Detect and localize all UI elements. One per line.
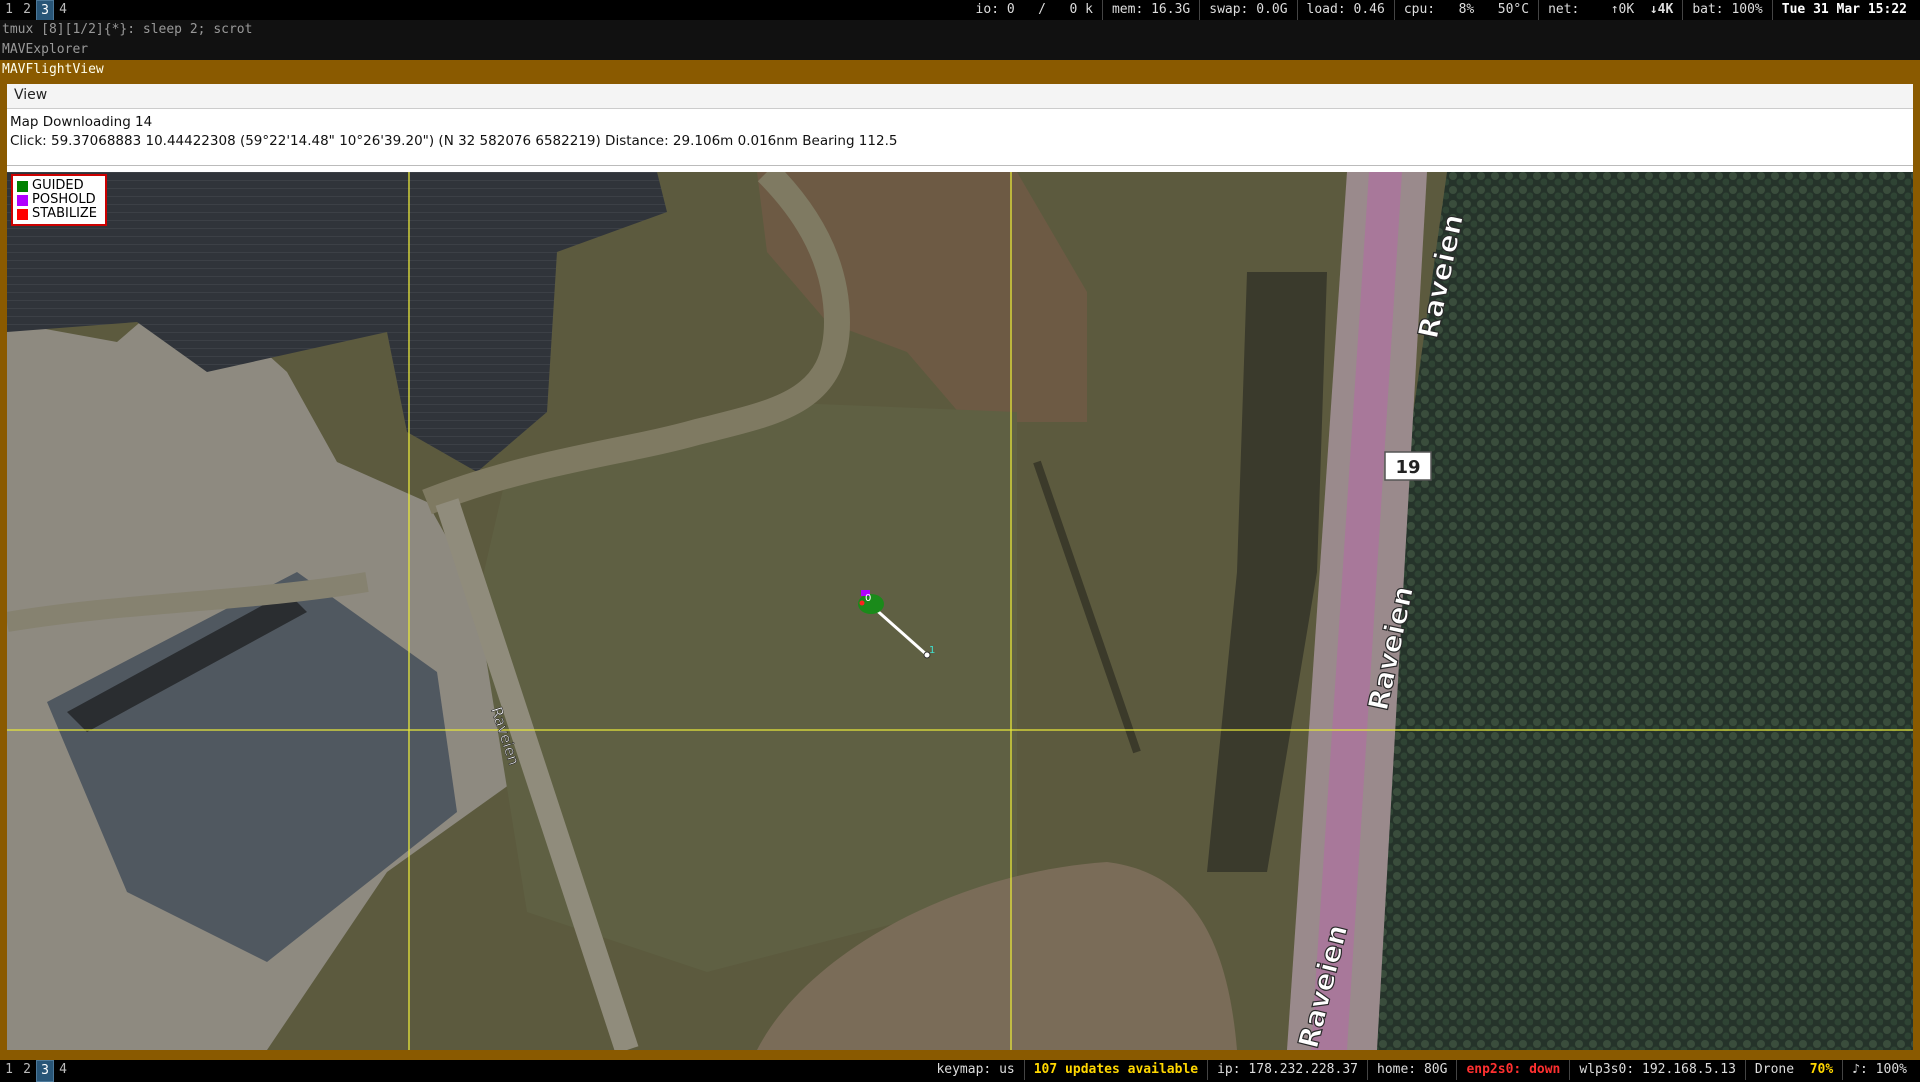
workspace-4[interactable]: 4 <box>54 1060 72 1082</box>
mavexplorer-window-title[interactable]: MAVExplorer <box>0 40 1920 60</box>
net-status: net: ↑0K ↓4K <box>1538 0 1682 20</box>
waypoint-label: 0 <box>865 593 871 604</box>
mavflightview-window: View Map Downloading 14 Click: 59.370688… <box>7 84 1913 1050</box>
legend-swatch <box>17 194 28 206</box>
menu-bar: View <box>7 84 1913 109</box>
legend-label: POSHOLD <box>32 192 96 207</box>
ethernet-status: enp2s0: down <box>1456 1060 1569 1080</box>
workspace-2[interactable]: 2 <box>18 1060 36 1082</box>
wifi-status: wlp3s0: 192.168.5.13 <box>1569 1060 1745 1080</box>
clock: Tue 31 Mar 15:22 <box>1771 0 1916 20</box>
workspace-4[interactable]: 4 <box>54 0 72 22</box>
workspace-switcher[interactable]: 1 2 3 4 <box>0 0 72 22</box>
workspace-3[interactable]: 3 <box>36 1060 54 1082</box>
mem-status: mem: 16.3G <box>1101 0 1199 20</box>
top-status-bar: 1 2 3 4 io: 0 / 0 k mem: 16.3G swap: 0.0… <box>0 0 1920 22</box>
vehicle-track-stabilize <box>859 600 865 606</box>
legend-label: STABILIZE <box>32 206 98 221</box>
workspace-3[interactable]: 3 <box>36 0 54 22</box>
legend-item: POSHOLD <box>17 193 101 207</box>
io-status: io: 0 / 0 k <box>975 2 1093 17</box>
bottom-status-bar: 1 2 3 4 keymap: us 107 updates available… <box>0 1060 1920 1082</box>
legend-label: GUIDED <box>32 178 84 193</box>
flight-mode-legend: GUIDED POSHOLD STABILIZE <box>11 174 107 226</box>
field <box>477 402 1017 972</box>
satellite-map[interactable]: Raveien Raveien Raveien Raveien 19 0 1 <box>7 172 1913 1050</box>
workspace-switcher[interactable]: 1 2 3 4 <box>0 1060 72 1082</box>
map-view[interactable]: Raveien Raveien Raveien Raveien 19 0 1 G… <box>7 172 1913 1050</box>
menu-view[interactable]: View <box>7 84 54 106</box>
workspace-1[interactable]: 1 <box>0 1060 18 1082</box>
load-status: load: 0.46 <box>1296 0 1394 20</box>
swap-status: swap: 0.0G <box>1199 0 1296 20</box>
ip-status: ip: 178.232.228.37 <box>1207 1060 1367 1080</box>
route-shield-number: 19 <box>1395 457 1420 478</box>
legend-item: STABILIZE <box>17 207 101 221</box>
wifi-network: Drone 70% <box>1744 1060 1842 1080</box>
cpu-status: cpu: 8% 50°C <box>1393 0 1538 20</box>
legend-swatch <box>17 180 28 192</box>
legend-item: GUIDED <box>17 179 101 193</box>
home-disk-status: home: 80G <box>1367 1060 1456 1080</box>
workspace-2[interactable]: 2 <box>18 0 36 22</box>
workspace-1[interactable]: 1 <box>0 0 18 22</box>
updates-status[interactable]: 107 updates available <box>1023 1060 1207 1080</box>
battery-status: bat: 100% <box>1682 0 1771 20</box>
tmux-title: tmux [8][1/2]{*}: sleep 2; scrot <box>0 20 1920 40</box>
keymap-status: keymap: us <box>936 1062 1015 1077</box>
waypoint-label: 1 <box>929 645 935 656</box>
mavflightview-window-title[interactable]: MAVFlightView <box>0 60 1920 80</box>
info-panel: Map Downloading 14 Click: 59.37068883 10… <box>7 110 1913 166</box>
map-download-status: Map Downloading 14 <box>10 114 153 130</box>
legend-swatch <box>17 208 28 220</box>
click-info: Click: 59.37068883 10.44422308 (59°22'14… <box>10 133 898 149</box>
volume-status: ♪: 100% <box>1842 1060 1916 1080</box>
